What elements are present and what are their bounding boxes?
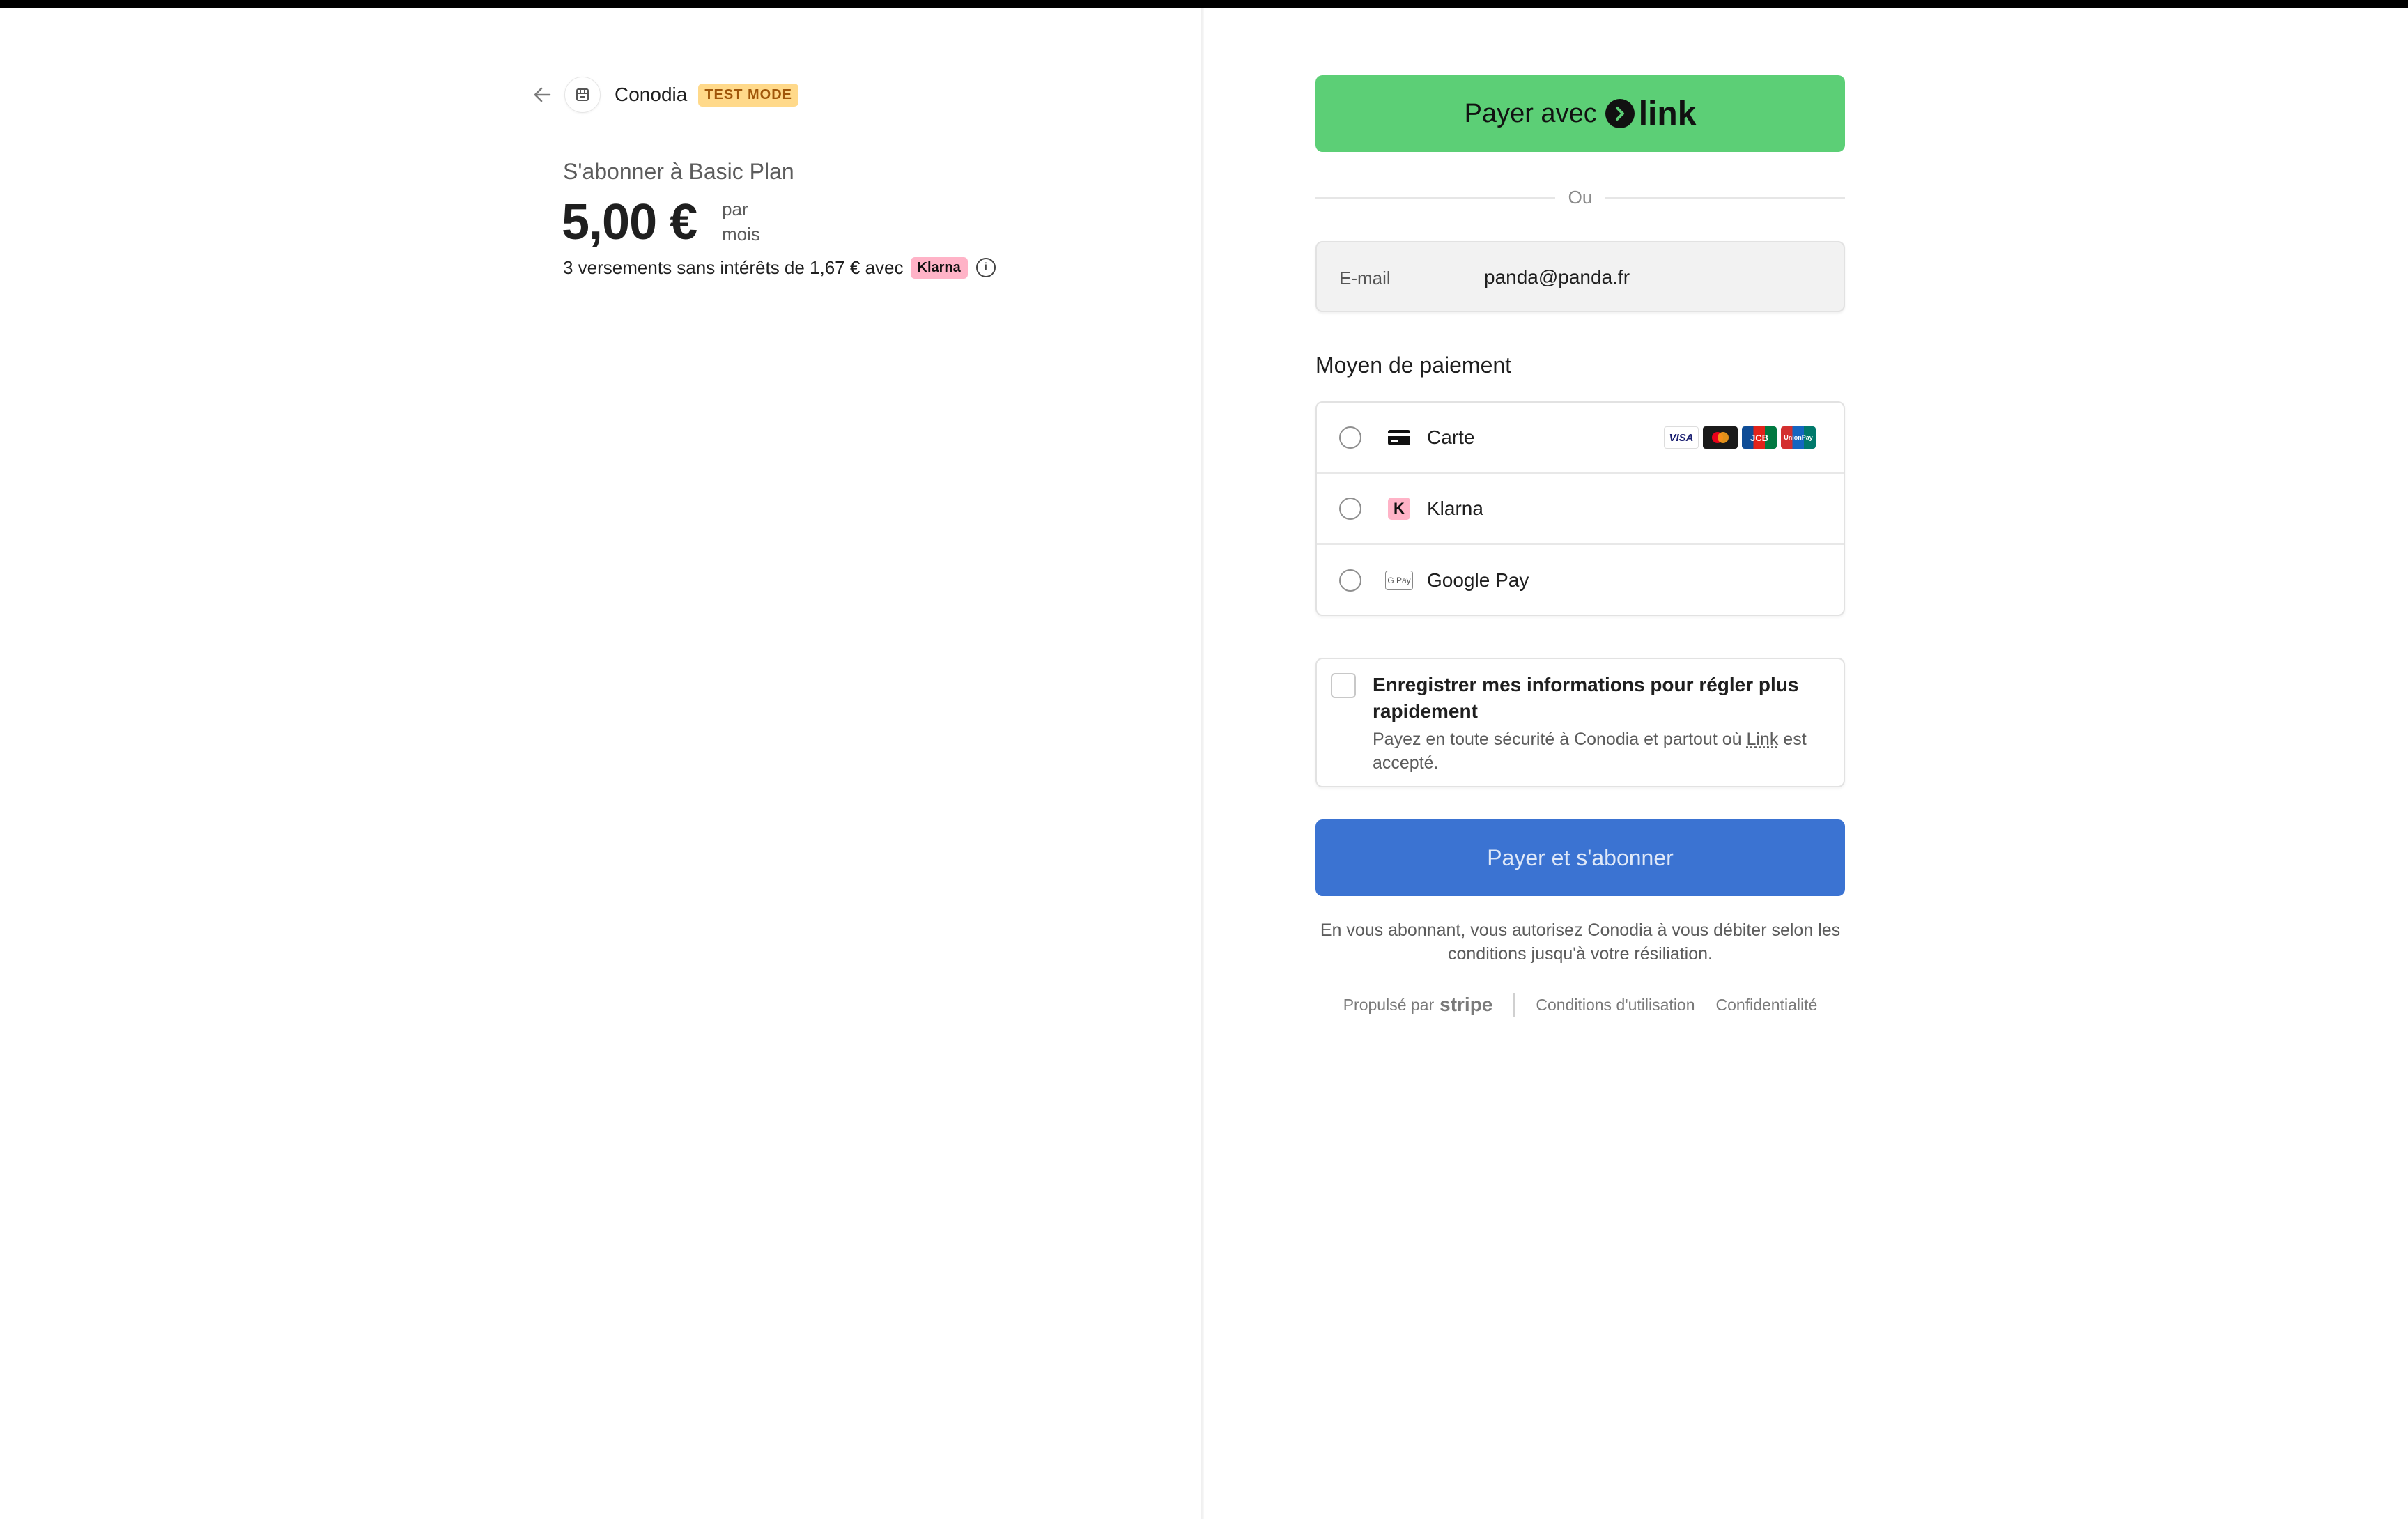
payment-method-list: Carte VISA JCB UnionPay K Klarna G Pay G…	[1315, 401, 1845, 616]
card-brands: VISA JCB UnionPay	[1664, 426, 1816, 449]
terms-link[interactable]: Conditions d'utilisation	[1536, 996, 1695, 1015]
klarna-icon: K	[1385, 498, 1413, 520]
pay-with-link-button[interactable]: Payer avec link	[1315, 75, 1845, 152]
save-info-title: Enregistrer mes informations pour régler…	[1373, 674, 1799, 722]
google-pay-icon: G Pay	[1385, 571, 1413, 590]
link-info-link[interactable]: Link	[1746, 730, 1778, 749]
top-bar	[0, 0, 2408, 8]
payment-option-google-pay[interactable]: G Pay Google Pay	[1317, 545, 1844, 615]
store-icon	[564, 77, 601, 113]
info-icon[interactable]: i	[975, 258, 996, 277]
email-label: E-mail	[1339, 268, 1391, 288]
link-chevron-icon	[1605, 99, 1635, 128]
card-radio[interactable]	[1339, 426, 1361, 449]
save-desc-text: Payez en toute sécurité à Conodia et par…	[1373, 730, 1747, 749]
subscription-terms: En vous abonnant, vous autorisez Conodia…	[1320, 920, 1841, 964]
email-field[interactable]: E-mail panda@panda.fr	[1315, 241, 1845, 312]
footer: Propulsé par stripe Conditions d'utilisa…	[1315, 989, 1845, 1020]
payment-method-title: Moyen de paiement	[1315, 353, 1512, 378]
period-line-1: par	[722, 199, 748, 219]
mastercard-icon	[1703, 426, 1738, 449]
link-brand-text: link	[1638, 95, 1697, 132]
merchant-header: Conodia TEST MODE	[530, 75, 798, 114]
stripe-logo[interactable]: stripe	[1440, 994, 1492, 1016]
unionpay-icon: UnionPay	[1781, 426, 1816, 449]
email-value[interactable]: panda@panda.fr	[1484, 266, 1630, 288]
google-pay-radio[interactable]	[1339, 569, 1361, 592]
payment-option-card[interactable]: Carte VISA JCB UnionPay	[1317, 403, 1844, 474]
powered-by-text: Propulsé par	[1343, 995, 1435, 1014]
jcb-icon: JCB	[1742, 426, 1777, 449]
payment-option-klarna[interactable]: K Klarna	[1317, 474, 1844, 545]
or-text: Ou	[1568, 187, 1593, 208]
card-icon	[1385, 428, 1413, 447]
installments-text: 3 versements sans intérêts de 1,67 € ave…	[563, 256, 904, 278]
link-logo: link	[1605, 95, 1697, 133]
klarna-radio[interactable]	[1339, 498, 1361, 520]
period-line-2: mois	[722, 224, 760, 245]
klarna-badge: Klarna	[910, 256, 968, 279]
billing-period: par mois	[722, 196, 760, 247]
privacy-link[interactable]: Confidentialité	[1716, 996, 1818, 1015]
google-pay-label: Google Pay	[1427, 569, 1529, 591]
save-info-checkbox[interactable]	[1331, 673, 1356, 698]
footer-separator	[1513, 993, 1515, 1017]
price-amount: 5,00 €	[562, 194, 697, 250]
pay-and-subscribe-button[interactable]: Payer et s'abonner	[1315, 819, 1845, 896]
test-mode-badge: TEST MODE	[698, 83, 798, 107]
merchant-name: Conodia	[615, 84, 688, 105]
back-arrow-icon[interactable]	[530, 82, 555, 107]
save-info-description: Payez en toute sécurité à Conodia et par…	[1373, 727, 1832, 775]
klarna-label: Klarna	[1427, 498, 1483, 519]
save-info-box: Enregistrer mes informations pour régler…	[1315, 658, 1845, 787]
link-button-label: Payer avec	[1464, 98, 1597, 128]
or-divider: Ou	[1315, 187, 1845, 208]
visa-icon: VISA	[1664, 426, 1699, 449]
card-label: Carte	[1427, 426, 1475, 448]
subscription-title: S'abonner à Basic Plan	[563, 159, 794, 184]
klarna-installments: 3 versements sans intérêts de 1,67 € ave…	[563, 254, 996, 282]
